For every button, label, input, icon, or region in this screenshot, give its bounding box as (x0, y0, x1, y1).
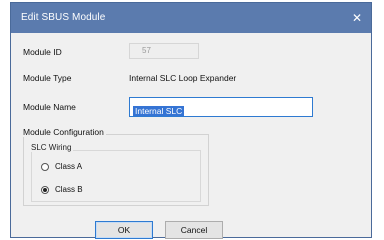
radio-class-a[interactable]: Class A (41, 162, 82, 171)
edit-sbus-module-dialog: Edit SBUS Module ✕ Module ID 57 Module T… (10, 2, 372, 239)
module-id-field: 57 (129, 43, 199, 59)
slc-wiring-group (31, 150, 201, 202)
module-id-value: 57 (142, 46, 151, 55)
module-name-selected-text: Internal SLC (133, 106, 185, 116)
radio-class-b-label: Class B (55, 185, 83, 194)
module-id-label: Module ID (23, 47, 62, 57)
radio-class-b[interactable]: Class B (41, 185, 83, 194)
close-icon[interactable]: ✕ (347, 8, 367, 28)
cancel-button[interactable]: Cancel (165, 221, 223, 239)
dialog-titlebar[interactable]: Edit SBUS Module ✕ (11, 3, 371, 33)
module-name-input[interactable]: Internal SLC (129, 97, 313, 117)
slc-wiring-title: SLC Wiring (31, 143, 74, 152)
radio-class-b-indicator[interactable] (41, 185, 49, 194)
module-name-label: Module Name (23, 102, 76, 112)
radio-class-a-label: Class A (55, 162, 83, 171)
dialog-title: Edit SBUS Module (21, 12, 106, 23)
module-type-value: Internal SLC Loop Expander (129, 73, 237, 83)
ok-button[interactable]: OK (95, 221, 153, 239)
radio-class-a-indicator[interactable] (41, 162, 49, 171)
module-type-label: Module Type (23, 73, 72, 83)
module-configuration-title: Module Configuration (23, 127, 106, 137)
